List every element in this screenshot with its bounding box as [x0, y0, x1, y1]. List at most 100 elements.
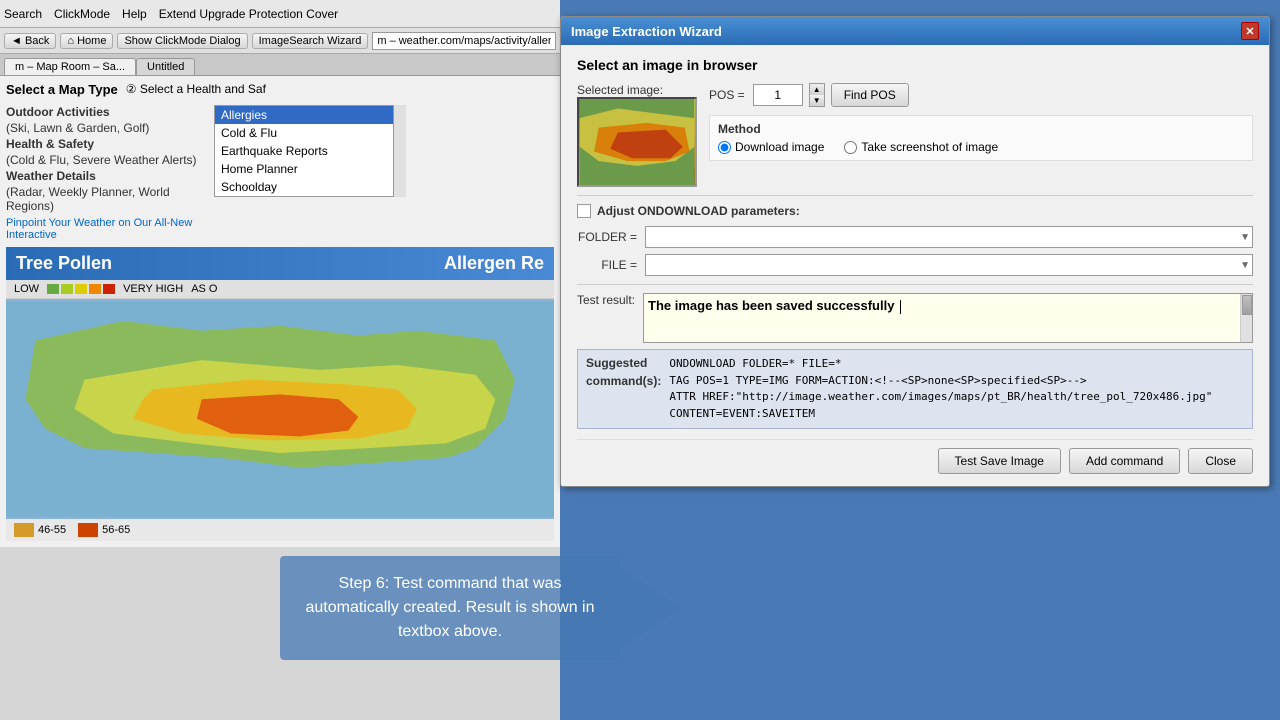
legend-range-56: 56-65: [102, 524, 130, 536]
selected-image-label: Selected image:: [577, 83, 697, 97]
pos-label: POS =: [709, 88, 745, 102]
file-dropdown-arrow: ▼: [1240, 260, 1250, 271]
adjust-checkbox[interactable]: [577, 204, 591, 218]
tab-untitled[interactable]: Untitled: [136, 58, 195, 75]
test-result-label: Test result:: [577, 293, 635, 307]
adjust-label: Adjust ONDOWNLOAD parameters:: [597, 204, 800, 218]
suggested-label-group: Suggested command(s):: [586, 356, 661, 422]
cat-health-sub: (Cold & Flu, Severe Weather Alerts): [6, 153, 206, 167]
suggested-area: Suggested command(s): ONDOWNLOAD FOLDER=…: [577, 349, 1253, 429]
pos-row: POS = ▲ ▼ Find POS: [709, 83, 1253, 107]
cmd-line4: CONTENT=EVENT:SAVEITEM: [669, 406, 1212, 423]
pollen-header: Tree Pollen Allergen Re: [6, 247, 554, 280]
browser-toolbar: Search ClickMode Help Extend Upgrade Pro…: [0, 0, 560, 28]
health-link[interactable]: Pinpoint Your Weather on Our All-New Int…: [6, 217, 206, 241]
list-item-home[interactable]: Home Planner: [215, 160, 393, 178]
cat-outdoor: Outdoor Activities: [6, 105, 206, 119]
pollen-title: Tree Pollen: [16, 253, 112, 274]
list-scrollbar[interactable]: [394, 105, 406, 197]
list-item-cold[interactable]: Cold & Flu: [215, 124, 393, 142]
folder-dropdown-arrow: ▼: [1240, 232, 1250, 243]
separator-1: [577, 195, 1253, 196]
list-container: Allergies Cold & Flu Earthquake Reports …: [214, 105, 554, 197]
dialog-body: Select an image in browser Selected imag…: [561, 45, 1269, 486]
pos-spinner[interactable]: ▲ ▼: [809, 83, 825, 107]
list-item-earthquake[interactable]: Earthquake Reports: [215, 142, 393, 160]
method-label: Method: [718, 122, 1244, 136]
scale-color-4: [89, 284, 101, 294]
scale-color-5: [103, 284, 115, 294]
menu-help[interactable]: Help: [122, 7, 147, 21]
cursor: [900, 300, 901, 314]
test-scrollbar[interactable]: [1240, 294, 1252, 342]
folder-label: FOLDER =: [577, 230, 637, 244]
radio-download-input[interactable]: [718, 141, 731, 154]
menu-extend[interactable]: Extend Upgrade Protection Cover: [159, 7, 338, 21]
imagesearch-button[interactable]: ImageSearch Wizard: [252, 33, 369, 49]
scale-color-3: [75, 284, 87, 294]
radio-download[interactable]: Download image: [718, 140, 824, 154]
clickmode-button[interactable]: Show ClickMode Dialog: [117, 33, 247, 49]
file-row: FILE = ▼: [577, 254, 1253, 276]
tab-map-room[interactable]: m – Map Room – Sa...: [4, 58, 136, 75]
back-button[interactable]: ◄ Back: [4, 33, 56, 49]
page-content: Select a Map Type ② Select a Health and …: [0, 76, 560, 547]
radio-screenshot-label: Take screenshot of image: [861, 140, 998, 154]
map-svg: [6, 299, 554, 519]
radio-screenshot[interactable]: Take screenshot of image: [844, 140, 998, 154]
map-type-label: Select a Map Type: [6, 82, 118, 97]
image-extraction-dialog: Image Extraction Wizard ✕ Select an imag…: [560, 16, 1270, 487]
left-panel: Outdoor Activities (Ski, Lawn & Garden, …: [6, 105, 206, 241]
command-label: command(s):: [586, 374, 661, 388]
radio-screenshot-input[interactable]: [844, 141, 857, 154]
add-command-button[interactable]: Add command: [1069, 448, 1180, 474]
scale-high: VERY HIGH: [123, 283, 183, 295]
spin-up[interactable]: ▲: [810, 84, 824, 95]
browser-nav: ◄ Back ⌂ Home Show ClickMode Dialog Imag…: [0, 28, 560, 54]
spin-down[interactable]: ▼: [810, 95, 824, 106]
list-item-schoolday[interactable]: Schoolday: [215, 178, 393, 196]
separator-2: [577, 284, 1253, 285]
dialog-buttons: Test Save Image Add command Close: [577, 439, 1253, 474]
command-text-block: ONDOWNLOAD FOLDER=* FILE=* TAG POS=1 TYP…: [669, 356, 1212, 422]
menu-clickmode[interactable]: ClickMode: [54, 7, 110, 21]
file-label: FILE =: [577, 258, 637, 272]
allergen-label: Allergen Re: [444, 253, 544, 274]
url-bar[interactable]: [372, 32, 556, 50]
health-label: ② Select a Health and Saf: [126, 82, 266, 101]
right-controls: POS = ▲ ▼ Find POS Method: [709, 83, 1253, 187]
cat-outdoor-sub: (Ski, Lawn & Garden, Golf): [6, 121, 206, 135]
overlay-tooltip: Step 6: Test command that was automatica…: [280, 556, 620, 660]
pollen-legend: 46-55 56-65: [6, 519, 554, 541]
browser-menu: Search ClickMode Help Extend Upgrade Pro…: [4, 7, 338, 21]
find-pos-button[interactable]: Find POS: [831, 83, 909, 107]
method-section: Method Download image Take screenshot of…: [709, 115, 1253, 161]
legend-56: 56-65: [78, 523, 130, 537]
dialog-title: Image Extraction Wizard: [571, 24, 722, 39]
legend-range-46: 46-55: [38, 524, 66, 536]
suggested-label: Suggested: [586, 356, 661, 370]
cmd-line3: ATTR HREF:"http://image.weather.com/imag…: [669, 389, 1212, 406]
test-save-button[interactable]: Test Save Image: [938, 448, 1061, 474]
section-title: Select an image in browser: [577, 57, 1253, 73]
scale-as: AS O: [191, 283, 217, 295]
list-box[interactable]: Allergies Cold & Flu Earthquake Reports …: [214, 105, 394, 197]
cat-health: Health & Safety: [6, 137, 206, 151]
file-dropdown[interactable]: ▼: [645, 254, 1253, 276]
list-item-allergies[interactable]: Allergies: [215, 106, 393, 124]
dialog-close-button[interactable]: ✕: [1241, 22, 1259, 40]
test-result-box[interactable]: The image has been saved successfully: [643, 293, 1253, 343]
legend-color-46: [14, 523, 34, 537]
cat-weather-sub: (Radar, Weekly Planner, World Regions): [6, 185, 206, 213]
image-selection-row: Selected image: POS =: [577, 83, 1253, 187]
home-button[interactable]: ⌂ Home: [60, 33, 113, 49]
menu-search[interactable]: Search: [4, 7, 42, 21]
folder-dropdown[interactable]: ▼: [645, 226, 1253, 248]
legend-46: 46-55: [14, 523, 66, 537]
pos-input[interactable]: [753, 84, 803, 106]
folder-row: FOLDER = ▼: [577, 226, 1253, 248]
scale-color-2: [61, 284, 73, 294]
close-button[interactable]: Close: [1188, 448, 1253, 474]
radio-row: Download image Take screenshot of image: [718, 140, 1244, 154]
scrollbar-thumb: [1242, 295, 1252, 315]
